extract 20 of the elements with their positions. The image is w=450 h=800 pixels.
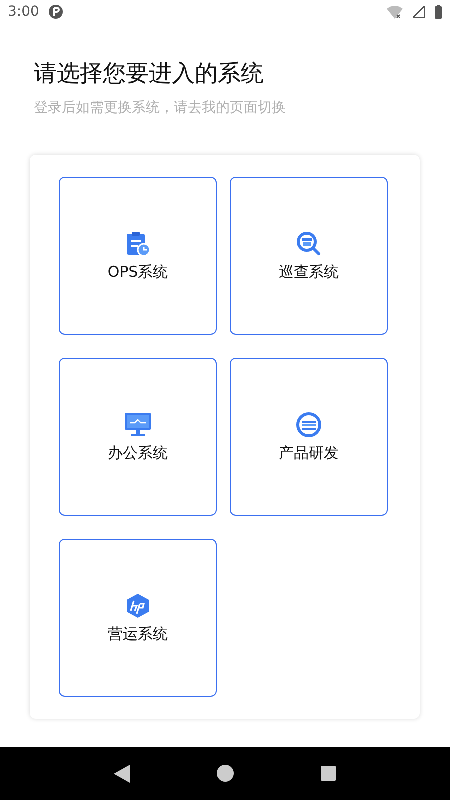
page-subtitle: 登录后如需更换系统，请去我的页面切换 xyxy=(34,99,287,117)
app-notification-icon xyxy=(49,5,64,19)
system-tile[interactable]: OPS系统 xyxy=(59,177,217,335)
back-icon[interactable] xyxy=(114,764,130,782)
signal-icon xyxy=(413,6,425,18)
battery-icon xyxy=(435,5,442,19)
recents-icon[interactable] xyxy=(321,766,336,781)
home-icon[interactable] xyxy=(216,765,234,782)
system-tile[interactable]: 产品研发 xyxy=(230,358,388,516)
clipboard-clock-icon xyxy=(125,230,151,256)
system-tile[interactable]: 办公系统 xyxy=(59,358,217,516)
system-tile[interactable]: 巡查系统 xyxy=(230,177,388,335)
status-time: 3:00 xyxy=(8,4,40,20)
system-tile[interactable]: 营运系统 xyxy=(59,539,217,697)
round-list-icon xyxy=(296,412,322,438)
hexagon-icon xyxy=(125,592,151,618)
page-title: 请选择您要进入的系统 xyxy=(34,60,265,89)
magnifier-shop-icon xyxy=(296,230,322,256)
wifi-off-icon xyxy=(387,6,403,18)
monitor-icon xyxy=(124,412,152,438)
